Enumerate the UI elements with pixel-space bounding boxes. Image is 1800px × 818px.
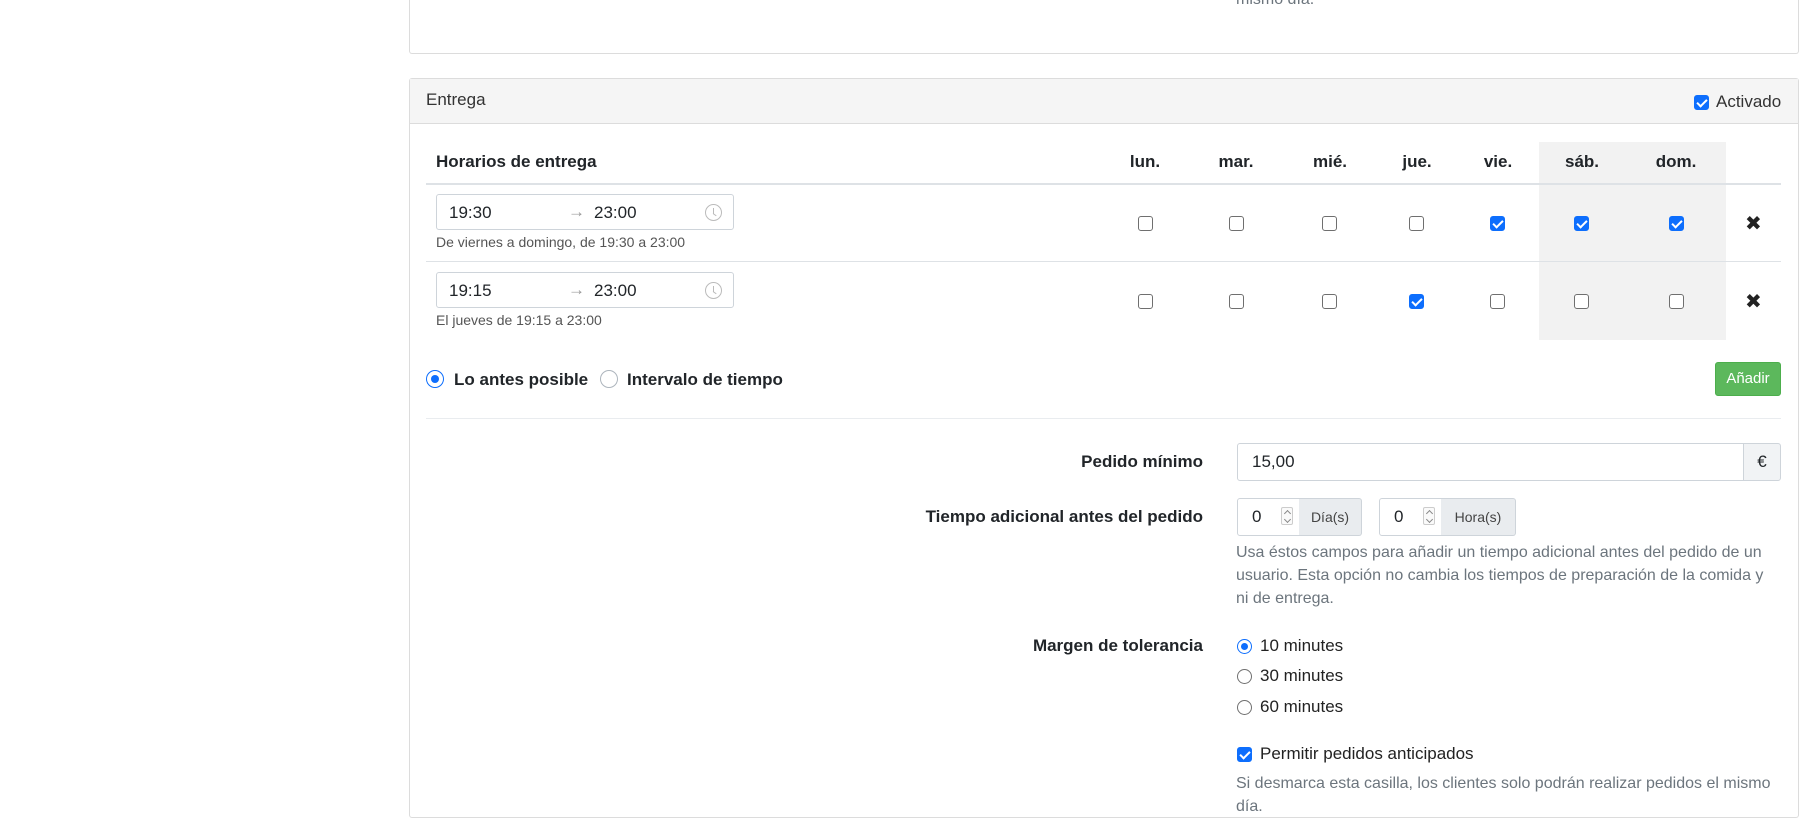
- day-checkbox-thu[interactable]: [1409, 294, 1424, 309]
- mode-asap-label[interactable]: Lo antes posible: [454, 370, 588, 390]
- previous-card-help-text: mismo día.: [1236, 0, 1314, 10]
- time-to[interactable]: 23:00: [594, 281, 637, 301]
- advance-orders-label[interactable]: Permitir pedidos anticipados: [1260, 744, 1474, 764]
- day-header-fri: vie.: [1483, 152, 1513, 171]
- delivery-enabled-label[interactable]: Activado: [1716, 92, 1781, 112]
- day-header-sat: sáb.: [1564, 152, 1600, 171]
- schedule-row-description: De viernes a domingo, de 19:30 a 23:00: [436, 234, 686, 250]
- extra-days-value: 0: [1252, 507, 1262, 526]
- currency-addon: €: [1743, 443, 1781, 481]
- tolerance-30-label[interactable]: 30 minutes: [1260, 666, 1343, 686]
- day-header-tue: mar.: [1218, 152, 1254, 171]
- add-schedule-button[interactable]: Añadir: [1715, 362, 1781, 396]
- schedule-row-divider: [426, 261, 1781, 262]
- day-checkbox-tue[interactable]: [1229, 294, 1244, 309]
- day-checkbox-mon[interactable]: [1138, 216, 1153, 231]
- arrow-right-icon: →: [568, 280, 585, 299]
- day-header-wed: mié.: [1312, 152, 1348, 171]
- tolerance-30-radio[interactable]: [1237, 669, 1252, 684]
- day-checkbox-sun[interactable]: [1669, 294, 1684, 309]
- day-checkbox-sun[interactable]: [1669, 216, 1684, 231]
- advance-orders-checkbox[interactable]: [1237, 747, 1252, 762]
- day-checkbox-mon[interactable]: [1138, 294, 1153, 309]
- delivery-card-title: Entrega: [426, 90, 486, 109]
- delivery-card-header: [410, 79, 1798, 124]
- time-to[interactable]: 23:00: [594, 203, 637, 223]
- arrow-right-icon: →: [568, 202, 585, 221]
- extra-hours-value: 0: [1394, 507, 1404, 526]
- day-checkbox-tue[interactable]: [1229, 216, 1244, 231]
- schedule-title: Horarios de entrega: [436, 152, 597, 171]
- schedule-header-divider: [426, 183, 1781, 185]
- time-from[interactable]: 19:15: [449, 281, 492, 301]
- schedule-row-description: El jueves de 19:15 a 23:00: [436, 312, 602, 328]
- advance-orders-help: Si desmarca esta casilla, los clientes s…: [1236, 775, 1771, 815]
- previous-card: [409, 0, 1799, 54]
- day-header-sun: dom.: [1655, 152, 1697, 171]
- remove-row-icon[interactable]: ✖: [1745, 211, 1762, 236]
- mode-interval-label[interactable]: Intervalo de tiempo: [627, 370, 783, 390]
- spinner-icon[interactable]: [1423, 507, 1435, 525]
- extra-time-help: Usa éstos campos para añadir un tiempo a…: [1236, 544, 1764, 607]
- day-header-thu: jue.: [1402, 152, 1432, 171]
- day-checkbox-sat[interactable]: [1574, 294, 1589, 309]
- day-header-mon: lun.: [1129, 152, 1161, 171]
- clock-icon: [705, 204, 722, 221]
- time-from[interactable]: 19:30: [449, 203, 492, 223]
- extra-time-label: Tiempo adicional antes del pedido: [925, 507, 1203, 526]
- days-unit-addon: Día(s): [1299, 498, 1362, 536]
- tolerance-60-label[interactable]: 60 minutes: [1260, 697, 1343, 717]
- min-order-input[interactable]: 15,00: [1237, 443, 1744, 481]
- day-checkbox-sat[interactable]: [1574, 216, 1589, 231]
- day-checkbox-wed[interactable]: [1322, 216, 1337, 231]
- day-checkbox-fri[interactable]: [1490, 294, 1505, 309]
- mode-asap-radio[interactable]: [426, 370, 444, 388]
- tolerance-10-radio[interactable]: [1237, 639, 1252, 654]
- hours-unit-addon: Hora(s): [1441, 498, 1516, 536]
- day-checkbox-fri[interactable]: [1490, 216, 1505, 231]
- section-divider: [426, 418, 1781, 419]
- remove-row-icon[interactable]: ✖: [1745, 289, 1762, 314]
- time-range-input-1[interactable]: 19:30 → 23:00: [436, 194, 734, 230]
- tolerance-60-radio[interactable]: [1237, 700, 1252, 715]
- extra-days-input[interactable]: 0: [1237, 498, 1300, 536]
- clock-icon: [705, 282, 722, 299]
- tolerance-label: Margen de tolerancia: [1032, 636, 1203, 655]
- mode-interval-radio[interactable]: [600, 370, 618, 388]
- extra-hours-input[interactable]: 0: [1379, 498, 1442, 536]
- delivery-enabled-checkbox[interactable]: [1694, 95, 1709, 110]
- tolerance-10-label[interactable]: 10 minutes: [1260, 636, 1343, 656]
- min-order-label: Pedido mínimo: [1081, 452, 1203, 471]
- day-checkbox-thu[interactable]: [1409, 216, 1424, 231]
- spinner-icon[interactable]: [1281, 507, 1293, 525]
- day-checkbox-wed[interactable]: [1322, 294, 1337, 309]
- time-range-input-2[interactable]: 19:15 → 23:00: [436, 272, 734, 308]
